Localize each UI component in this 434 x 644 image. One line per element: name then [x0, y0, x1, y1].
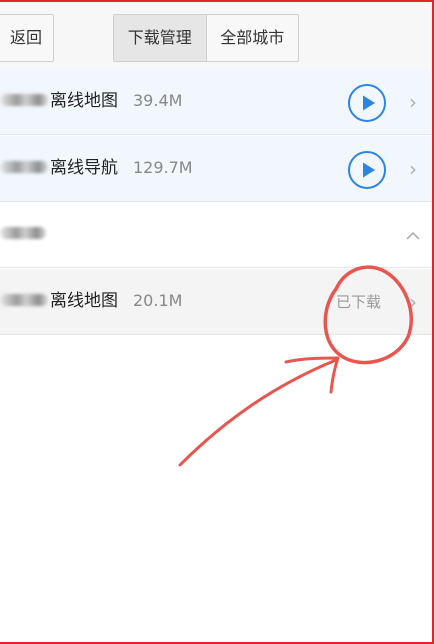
play-icon[interactable] — [348, 84, 386, 122]
annotation-arrow-head — [284, 356, 340, 394]
blurred-city-name — [0, 294, 48, 306]
list-item[interactable]: 离线导航 129.7M › — [0, 136, 432, 202]
chevron-right-icon[interactable]: › — [403, 88, 423, 116]
item-title: 离线导航 — [50, 158, 118, 178]
item-size: 20.1M — [133, 291, 183, 310]
list-item[interactable]: 离线地图 39.4M › — [0, 69, 432, 135]
play-icon[interactable] — [348, 151, 386, 189]
app-frame: 返回 下载管理 全部城市 离线地图 39.4M › 离线导航 129.7M › — [0, 0, 434, 644]
item-title: 离线地图 — [50, 291, 118, 311]
list-item[interactable]: 离线地图 20.1M 已下载 › — [0, 269, 432, 335]
annotation-arrow-shaft — [178, 358, 338, 467]
downloaded-status: 已下载 — [336, 293, 382, 311]
chevron-right-icon[interactable]: › — [403, 155, 423, 183]
blurred-province-name — [0, 227, 46, 239]
segmented-tabs: 下载管理 全部城市 — [113, 14, 299, 62]
item-size: 39.4M — [133, 91, 183, 110]
top-toolbar: 返回 下载管理 全部城市 — [0, 2, 432, 70]
chevron-up-icon[interactable] — [403, 222, 423, 250]
tab-download-management[interactable]: 下载管理 — [114, 15, 207, 61]
blurred-city-name — [0, 94, 48, 106]
tab-all-cities[interactable]: 全部城市 — [207, 15, 299, 61]
item-title: 离线地图 — [50, 91, 118, 111]
item-size: 129.7M — [133, 158, 193, 177]
blurred-city-name — [0, 161, 48, 173]
group-header[interactable] — [0, 202, 432, 268]
back-button[interactable]: 返回 — [0, 14, 54, 62]
chevron-right-icon[interactable]: › — [403, 288, 423, 316]
